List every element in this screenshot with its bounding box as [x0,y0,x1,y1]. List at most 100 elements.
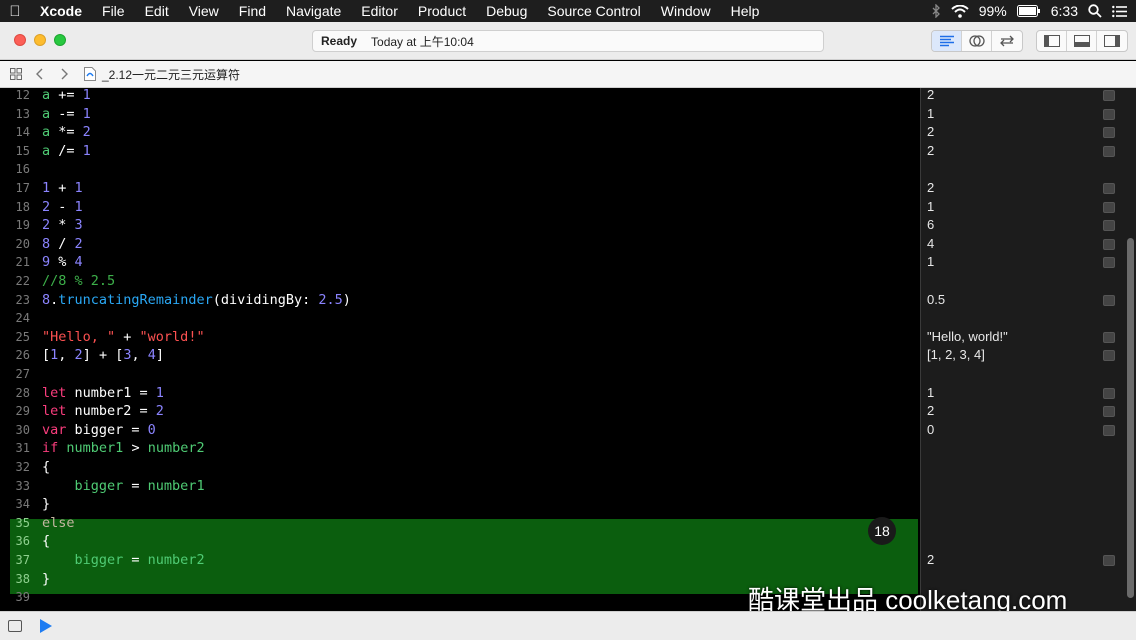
jump-bar-file-name[interactable]: _2.12一元二元三元运算符 [102,66,240,83]
result-value[interactable]: 4 [927,235,1107,254]
menu-help[interactable]: Help [721,0,770,22]
result-value[interactable]: 0 [927,421,1107,440]
code-token: += [50,88,83,103]
quick-look-icon[interactable] [1103,387,1115,399]
code-line[interactable]: 31 if number1 > number2 [0,439,920,458]
result-value[interactable]: 2 [927,142,1107,161]
result-value[interactable]: 2 [927,402,1107,421]
result-value[interactable]: 2 [927,551,1107,570]
code-line[interactable]: 12 a += 1 [0,88,920,105]
code-line[interactable]: 37 bigger = number2 [0,551,920,570]
code-line[interactable]: 23 8.truncatingRemainder(dividingBy: 2.5) [0,291,920,310]
bluetooth-icon[interactable] [931,4,941,18]
forward-chevron-icon[interactable] [56,66,72,82]
quick-look-icon[interactable] [1103,220,1115,232]
menu-product[interactable]: Product [408,0,476,22]
code-line[interactable]: 33 bigger = number1 [0,477,920,496]
quick-look-icon[interactable] [1103,555,1115,566]
result-value[interactable]: 1 [927,105,1107,124]
spotlight-search-icon[interactable] [1088,4,1102,18]
code-line[interactable]: 18 2 - 1 [0,198,920,217]
line-number: 22 [15,274,30,288]
menu-file[interactable]: File [92,0,135,22]
menu-window[interactable]: Window [651,0,721,22]
battery-percent[interactable]: 99% [979,3,1007,19]
code-line[interactable]: 24 [0,309,920,328]
code-line[interactable]: 19 2 * 3 [0,216,920,235]
minimize-window-button[interactable] [34,34,46,46]
code-line[interactable]: 17 1 + 1 [0,179,920,198]
code-line[interactable]: 20 8 / 2 [0,235,920,254]
menu-source-control[interactable]: Source Control [537,0,650,22]
related-items-grid-icon[interactable] [8,66,24,82]
quick-look-icon[interactable] [1103,183,1115,194]
show-debug-area-icon[interactable] [8,620,22,632]
toggle-navigator-button[interactable] [1037,31,1067,51]
code-token: , [58,347,75,364]
menu-edit[interactable]: Edit [135,0,179,22]
result-value[interactable]: [1, 2, 3, 4] [927,346,1107,365]
toggle-utilities-button[interactable] [1097,31,1127,51]
code-line[interactable]: 30 var bigger = 0 [0,421,920,440]
quick-look-icon[interactable] [1103,145,1115,157]
result-value[interactable]: 6 [927,216,1107,235]
wifi-icon[interactable] [951,4,969,18]
quick-look-icon[interactable] [1103,108,1115,120]
standard-editor-button[interactable] [932,31,962,51]
close-window-button[interactable] [14,34,26,46]
menu-view[interactable]: View [179,0,229,22]
code-line[interactable]: 32 { [0,458,920,477]
zoom-window-button[interactable] [54,34,66,46]
result-value[interactable]: 1 [927,253,1107,272]
code-line[interactable]: 28 let number1 = 1 [0,384,920,403]
menu-debug[interactable]: Debug [476,0,537,22]
clock[interactable]: 6:33 [1051,3,1078,19]
result-value[interactable]: 1 [927,384,1107,403]
result-value[interactable]: 2 [927,123,1107,142]
menu-editor[interactable]: Editor [351,0,408,22]
result-value[interactable]: 0.5 [927,291,1107,310]
code-line[interactable]: 36 { [0,532,920,551]
source-editor[interactable]: 12 a += 1 13 a -= 1 14 a *= 2 15 a /= 1 16 17 1 + … [0,88,920,611]
code-text: //8 % 2.5 [42,272,115,291]
quick-look-icon[interactable] [1103,127,1115,139]
run-playground-icon[interactable] [40,619,52,633]
result-value[interactable]: 2 [927,179,1107,198]
quick-look-icon[interactable] [1103,90,1115,101]
result-value[interactable]: 2 [927,88,1107,105]
menu-xcode[interactable]: Xcode [30,0,92,22]
code-text: 2 * 3 [42,216,83,235]
quick-look-icon[interactable] [1103,406,1115,418]
result-value[interactable]: 1 [927,198,1107,217]
menu-navigate[interactable]: Navigate [276,0,351,22]
code-line[interactable]: 29 let number2 = 2 [0,402,920,421]
quick-look-icon[interactable] [1103,294,1115,306]
notification-center-icon[interactable] [1112,5,1128,18]
code-line[interactable]: 22 //8 % 2.5 [0,272,920,291]
quick-look-icon[interactable] [1103,257,1115,269]
quick-look-icon[interactable] [1103,201,1115,213]
code-line[interactable]: 34} [0,495,920,514]
code-line[interactable]: 35 else [0,514,920,533]
version-editor-button[interactable] [992,31,1022,51]
apple-menu-icon[interactable]:  [0,3,30,20]
code-line[interactable]: 13 a -= 1 [0,105,920,124]
quick-look-icon[interactable] [1103,238,1115,250]
code-line[interactable]: 25 "Hello, " + "world!" [0,328,920,347]
quick-look-icon[interactable] [1103,331,1115,343]
toggle-debug-area-button[interactable] [1067,31,1097,51]
assistant-editor-button[interactable] [962,31,992,51]
battery-icon[interactable] [1016,5,1041,17]
code-line[interactable]: 14 a *= 2 [0,123,920,142]
code-line[interactable]: 15 a /= 1 [0,142,920,161]
menu-find[interactable]: Find [229,0,276,22]
code-line[interactable]: 21 9 % 4 [0,253,920,272]
back-chevron-icon[interactable] [32,66,48,82]
quick-look-icon[interactable] [1103,424,1115,436]
results-scrollbar[interactable] [1127,238,1134,598]
quick-look-icon[interactable] [1103,350,1115,362]
code-line[interactable]: 27 [0,365,920,384]
code-line[interactable]: 16 [0,160,920,179]
result-value[interactable]: "Hello, world!" [927,328,1107,347]
code-line[interactable]: 26 [1, 2] + [3, 4] [0,346,920,365]
